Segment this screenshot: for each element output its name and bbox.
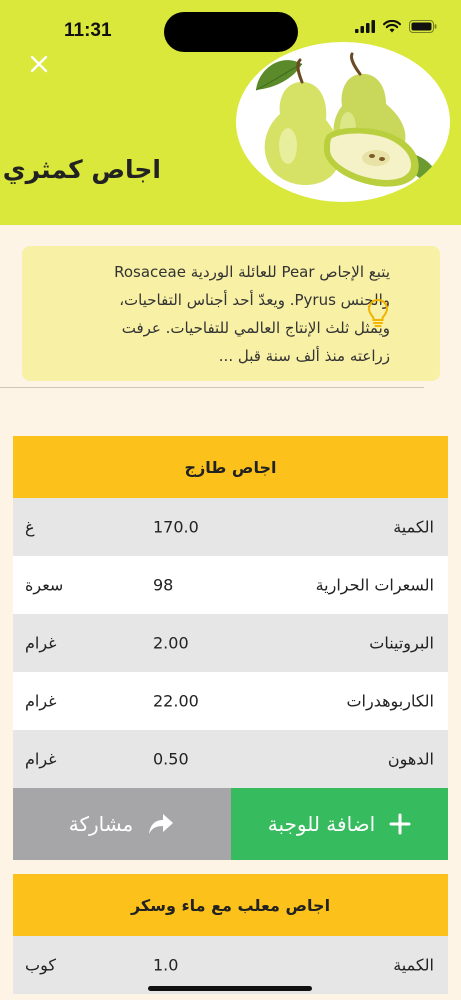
- nutrition-card-fresh: اجاص طازج الكمية 170.0 غ السعرات الحراري…: [13, 436, 448, 860]
- row-label: الدهون: [387, 749, 434, 769]
- row-unit: غرام: [25, 749, 57, 769]
- dynamic-island: [164, 12, 298, 52]
- share-button[interactable]: مشاركة: [13, 788, 231, 860]
- row-label: السعرات الحرارية: [315, 575, 434, 595]
- row-unit: غرام: [25, 691, 57, 711]
- row-value: 0.50: [153, 749, 189, 769]
- row-value: 170.0: [153, 517, 199, 537]
- row-value: 98: [153, 575, 174, 595]
- card-title: اجاص طازج: [13, 436, 448, 498]
- plus-icon: [389, 813, 411, 835]
- description-text: يتبع الإجاص Pear للعائلة الوردية Rosacea…: [50, 258, 390, 370]
- home-indicator[interactable]: [148, 986, 312, 991]
- row-label: الكاربوهدرات: [346, 691, 434, 711]
- description-line: والجنس Pyrus. ويعدّ أحد أجناس التفاحيات،: [119, 291, 390, 309]
- battery-icon: [409, 20, 437, 33]
- row-label: البروتينات: [369, 633, 434, 653]
- row-unit: غرام: [25, 633, 57, 653]
- description-line: يتبع الإجاص Pear للعائلة الوردية Rosacea…: [114, 263, 390, 281]
- close-icon: [30, 55, 48, 73]
- table-row: الدهون 0.50 غرام: [13, 730, 448, 788]
- header: 11:31 اجاص كمثري: [0, 0, 461, 225]
- add-label: اضافة للوجبة: [267, 812, 376, 836]
- wifi-icon: [383, 20, 401, 33]
- table-row: الكمية 170.0 غ: [13, 498, 448, 556]
- row-value: 22.00: [153, 691, 199, 711]
- lightbulb-icon: [367, 298, 389, 327]
- close-button[interactable]: [27, 52, 51, 76]
- row-label: الكمية: [393, 955, 434, 975]
- row-unit: سعرة: [25, 575, 64, 595]
- share-arrow-icon: [149, 814, 174, 834]
- status-icons: [355, 20, 437, 33]
- add-to-meal-button[interactable]: اضافة للوجبة: [231, 788, 448, 860]
- row-unit: كوب: [25, 955, 56, 975]
- page-title: اجاص كمثري: [2, 155, 161, 184]
- description-line: زراعته منذ ألف سنة قبل ...: [218, 347, 390, 365]
- table-row: البروتينات 2.00 غرام: [13, 614, 448, 672]
- signal-icon: [355, 20, 375, 33]
- divider: [0, 387, 424, 388]
- table-row: السعرات الحرارية 98 سعرة: [13, 556, 448, 614]
- status-time: 11:31: [64, 20, 112, 41]
- pear-image: [236, 42, 450, 202]
- row-value: 1.0: [153, 955, 179, 975]
- description-line: ويمثل ثلث الإنتاج العالمي للتفاحيات. عرف…: [121, 319, 390, 337]
- card-title: اجاص معلب مع ماء وسكر: [13, 874, 448, 936]
- row-label: الكمية: [393, 517, 434, 537]
- table-row: الكاربوهدرات 22.00 غرام: [13, 672, 448, 730]
- row-value: 2.00: [153, 633, 189, 653]
- card-actions: مشاركة اضافة للوجبة: [13, 788, 448, 860]
- nutrition-card-canned: اجاص معلب مع ماء وسكر الكمية 1.0 كوب: [13, 874, 448, 994]
- row-unit: غ: [25, 517, 35, 537]
- share-label: مشاركة: [68, 812, 134, 836]
